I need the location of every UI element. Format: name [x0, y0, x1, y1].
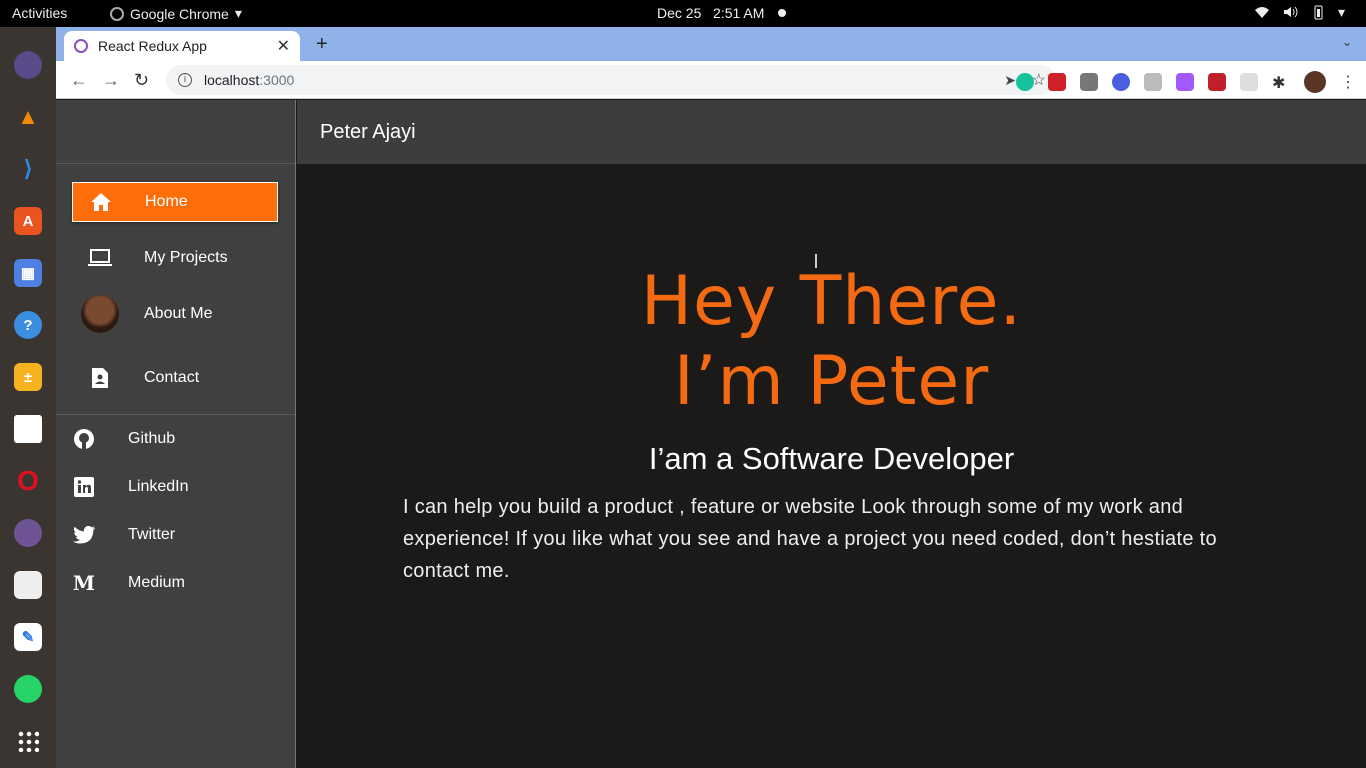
volume-icon [1282, 4, 1298, 20]
social-link-medium[interactable]: M Medium [72, 567, 278, 599]
social-link-label: LinkedIn [128, 478, 189, 495]
sidebar-item-about-me[interactable]: About Me [72, 294, 278, 334]
avatar-wrapper [72, 295, 128, 333]
activities-button[interactable]: Activities [12, 5, 67, 21]
notification-dot [778, 9, 786, 17]
sidebar-item-contact[interactable]: Contact [72, 358, 278, 398]
reload-icon[interactable]: ↻ [134, 70, 149, 91]
site-info-icon[interactable]: i [178, 73, 192, 87]
red-extension-icon[interactable] [1048, 73, 1066, 91]
app-menu[interactable]: Google Chrome ▾ [110, 5, 242, 22]
battery-icon [1310, 4, 1326, 20]
social-link-github[interactable]: Github [72, 423, 278, 455]
vscode-icon[interactable]: ⟩ [14, 155, 42, 183]
linkedin-icon [72, 477, 96, 497]
figma-extension-icon[interactable] [1176, 73, 1194, 91]
social-link-twitter[interactable]: Twitter [72, 519, 278, 551]
sidebar-item-label: Home [145, 193, 188, 210]
contact-icon [72, 368, 128, 388]
browser-tab[interactable]: React Redux App ✕ [64, 31, 300, 61]
profile-avatar[interactable] [1304, 71, 1326, 93]
red-grid-extension-icon[interactable] [1208, 73, 1226, 91]
url-port: :3000 [259, 72, 295, 88]
hero-headline-line2: I’m Peter [673, 342, 990, 421]
wifi-icon [1254, 4, 1270, 20]
power-menu-icon: ▾ [1338, 4, 1346, 20]
social-link-label: Twitter [128, 526, 176, 543]
extensions-puzzle-icon[interactable]: ✱ [1272, 73, 1290, 92]
sidebar: Home My Projects About Me Contact Github… [56, 100, 296, 768]
sidebar-item-home[interactable]: Home [72, 182, 278, 222]
gear-extension-icon[interactable] [1112, 73, 1130, 91]
twitter-icon [72, 526, 96, 544]
browser-tab-strip: React Redux App ✕ + ⌄ [56, 27, 1366, 61]
app-menu-label: Google Chrome [130, 5, 229, 22]
sidebar-item-label: Contact [144, 369, 200, 386]
sidebar-item-label: About Me [144, 305, 213, 322]
react-favicon-icon [74, 39, 88, 53]
document-icon[interactable] [14, 415, 42, 443]
rb-extension-icon[interactable] [1240, 73, 1258, 91]
show-applications-icon[interactable] [17, 730, 39, 752]
sidebar-header [56, 100, 295, 164]
system-tray[interactable]: ▾ [1254, 4, 1354, 20]
forward-icon[interactable]: → [102, 70, 120, 91]
chevron-down-icon: ▾ [234, 5, 242, 21]
new-tab-button[interactable]: + [316, 33, 328, 56]
laptop-icon [72, 249, 128, 267]
clock-time: 2:51 AM [713, 5, 765, 21]
header-title: Peter Ajayi [320, 121, 416, 143]
chrome-icon [110, 6, 124, 21]
web-page: Home My Projects About Me Contact Github… [56, 100, 1366, 768]
shield-extension-icon[interactable] [1144, 73, 1162, 91]
social-link-label: Medium [128, 574, 185, 591]
kebab-menu-icon[interactable]: ⋮ [1340, 72, 1356, 92]
sidebar-item-label: My Projects [144, 249, 228, 266]
hero-subtitle: I’am a Software Developer [648, 441, 1015, 476]
screenshot-app-icon[interactable] [14, 51, 42, 79]
clock-date: Dec 25 [657, 5, 702, 21]
whatsapp-icon[interactable] [14, 675, 42, 703]
extensions-area: ✱ ⋮ [1016, 71, 1356, 93]
tab-search-icon[interactable]: ⌄ [1342, 35, 1352, 49]
tab-title: React Redux App [98, 38, 207, 54]
back-icon[interactable]: ← [70, 70, 88, 91]
hero-section: Hey There. I’m Peter I’am a Software Dev… [297, 164, 1366, 768]
calculator-icon[interactable]: ± [14, 363, 42, 391]
screen-capture-icon[interactable]: ▦ [14, 259, 42, 287]
browser-toolbar: ← → ↻ i localhost:3000 ➤ ☆ ✱ ⋮ [56, 61, 1366, 99]
vlc-icon[interactable]: ▲ [14, 103, 42, 131]
medium-icon: M [72, 571, 96, 595]
url-host: localhost [204, 72, 260, 88]
software-center-icon[interactable]: A [14, 207, 42, 235]
close-tab-icon[interactable]: ✕ [277, 36, 290, 56]
hero-description: I can help you build a product , feature… [403, 496, 1217, 582]
sidebar-item-my-projects[interactable]: My Projects [72, 238, 278, 278]
social-link-linkedin[interactable]: LinkedIn [72, 471, 278, 503]
hero-headline-line1: Hey There. [640, 262, 1023, 341]
document-viewer-icon[interactable] [14, 571, 42, 599]
clock[interactable]: Dec 25 2:51 AM [657, 5, 764, 21]
address-bar[interactable]: i localhost:3000 ➤ ☆ [166, 65, 1056, 95]
home-icon [73, 193, 129, 211]
app-header: Peter Ajayi [297, 100, 1366, 164]
send-tab-icon[interactable]: ➤ [1004, 72, 1016, 89]
grammarly-extension-icon[interactable] [1016, 73, 1034, 91]
dock: ▲ ⟩ A ▦ ? ± O ✎ [0, 27, 56, 768]
github-desktop-icon[interactable] [14, 519, 42, 547]
opera-icon[interactable]: O [14, 465, 42, 496]
eyedropper-extension-icon[interactable] [1080, 73, 1098, 91]
sidebar-divider [56, 414, 295, 415]
system-top-bar: Activities Google Chrome ▾ Dec 25 2:51 A… [0, 0, 1366, 27]
help-icon[interactable]: ? [14, 311, 42, 339]
text-editor-icon[interactable]: ✎ [14, 623, 42, 651]
github-icon [72, 428, 96, 450]
avatar [81, 295, 119, 333]
social-link-label: Github [128, 430, 176, 447]
